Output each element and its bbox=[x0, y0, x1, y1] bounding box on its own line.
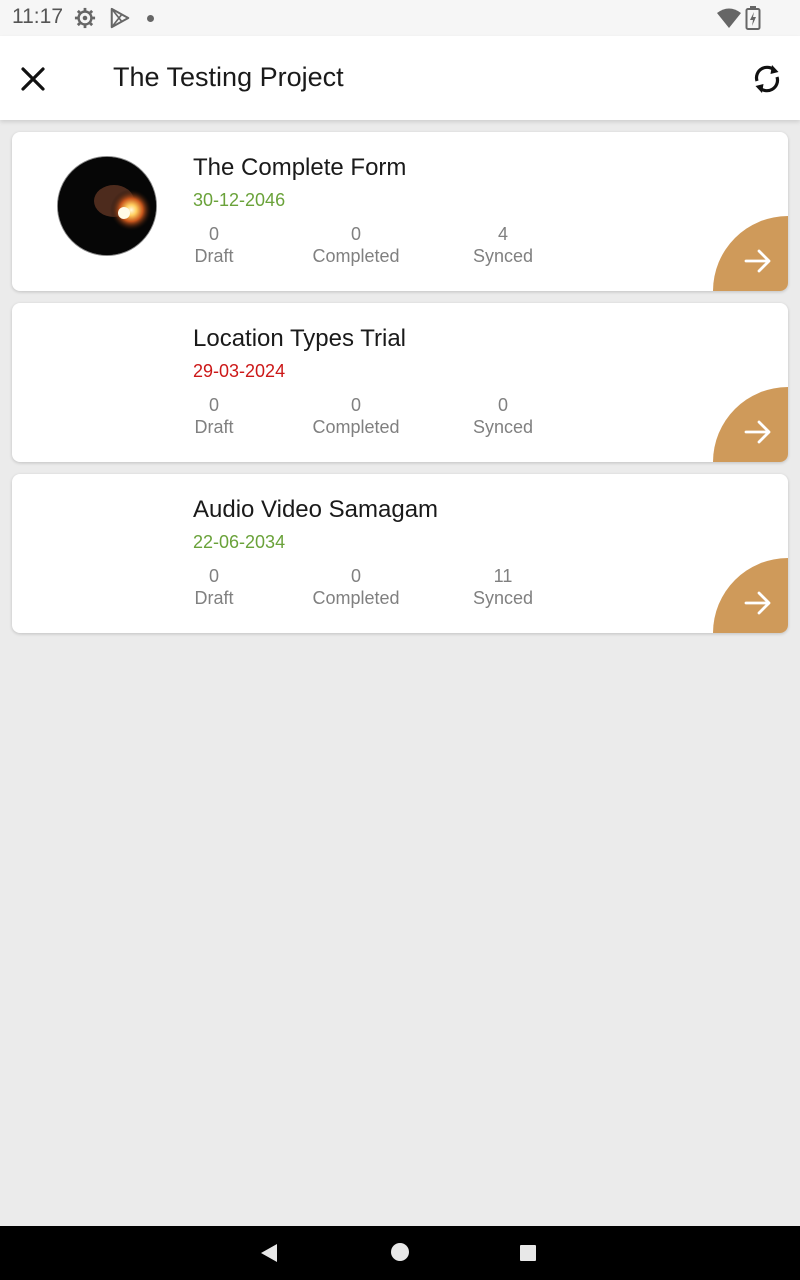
stat-draft-label: Draft bbox=[194, 417, 234, 437]
form-avatar-image bbox=[57, 156, 157, 256]
stat-synced: 11 Synced bbox=[463, 566, 543, 610]
form-card[interactable]: The Complete Form 30-12-2046 0 Draft 0 C… bbox=[12, 132, 788, 291]
recents-icon[interactable] bbox=[520, 1245, 536, 1261]
stat-synced-count: 0 bbox=[497, 395, 508, 415]
stat-synced-label: Synced bbox=[472, 417, 534, 437]
stat-completed: 0 Completed bbox=[301, 395, 411, 439]
battery-charging-icon bbox=[745, 6, 761, 30]
form-date: 22-06-2034 bbox=[193, 532, 286, 552]
open-form-button[interactable] bbox=[713, 558, 788, 633]
play-store-icon bbox=[110, 7, 130, 29]
stat-synced-label: Synced bbox=[472, 588, 534, 608]
stat-completed-count: 0 bbox=[350, 224, 361, 244]
stat-completed-label: Completed bbox=[312, 417, 400, 437]
home-icon[interactable] bbox=[391, 1243, 409, 1261]
form-title: Location Types Trial bbox=[193, 325, 407, 352]
sync-icon[interactable] bbox=[748, 60, 786, 98]
arrow-right-icon bbox=[744, 591, 771, 615]
stat-draft-label: Draft bbox=[194, 246, 234, 266]
form-title: The Complete Form bbox=[193, 154, 407, 181]
page-title: The Testing Project bbox=[113, 62, 344, 92]
stat-synced: 4 Synced bbox=[463, 224, 543, 268]
open-form-button[interactable] bbox=[713, 216, 788, 291]
form-date: 30-12-2046 bbox=[193, 190, 286, 210]
stat-completed-label: Completed bbox=[312, 588, 400, 608]
form-title: Audio Video Samagam bbox=[193, 496, 439, 523]
stat-synced: 0 Synced bbox=[463, 395, 543, 439]
back-icon[interactable] bbox=[259, 1243, 279, 1263]
form-card[interactable]: Location Types Trial 29-03-2024 0 Draft … bbox=[12, 303, 788, 462]
system-nav-bar bbox=[0, 1226, 800, 1280]
open-form-button[interactable] bbox=[713, 387, 788, 462]
arrow-right-icon bbox=[744, 249, 771, 273]
stat-synced-count: 11 bbox=[493, 566, 513, 586]
fire-photo-icon bbox=[58, 157, 156, 255]
gear-icon bbox=[74, 7, 96, 29]
notification-dot-icon bbox=[147, 15, 154, 22]
app-bar: The Testing Project bbox=[0, 36, 800, 120]
wifi-icon bbox=[717, 8, 741, 28]
stat-draft-count: 0 bbox=[208, 395, 219, 415]
stat-completed-count: 0 bbox=[350, 395, 361, 415]
stat-completed-count: 0 bbox=[350, 566, 361, 586]
stat-draft-label: Draft bbox=[194, 588, 234, 608]
close-icon[interactable] bbox=[16, 62, 50, 96]
arrow-right-icon bbox=[744, 420, 771, 444]
stat-completed: 0 Completed bbox=[301, 566, 411, 610]
form-card[interactable]: Audio Video Samagam 22-06-2034 0 Draft 0… bbox=[12, 474, 788, 633]
stat-completed-label: Completed bbox=[312, 246, 400, 266]
stat-synced-count: 4 bbox=[497, 224, 508, 244]
stat-draft: 0 Draft bbox=[178, 224, 250, 268]
stat-completed: 0 Completed bbox=[301, 224, 411, 268]
status-bar: 11:17 bbox=[0, 0, 800, 36]
stat-draft: 0 Draft bbox=[178, 566, 250, 610]
stat-draft: 0 Draft bbox=[178, 395, 250, 439]
stat-synced-label: Synced bbox=[472, 246, 534, 266]
status-time: 11:17 bbox=[12, 5, 63, 28]
stat-draft-count: 0 bbox=[208, 224, 219, 244]
form-date: 29-03-2024 bbox=[193, 361, 286, 381]
stat-draft-count: 0 bbox=[208, 566, 219, 586]
